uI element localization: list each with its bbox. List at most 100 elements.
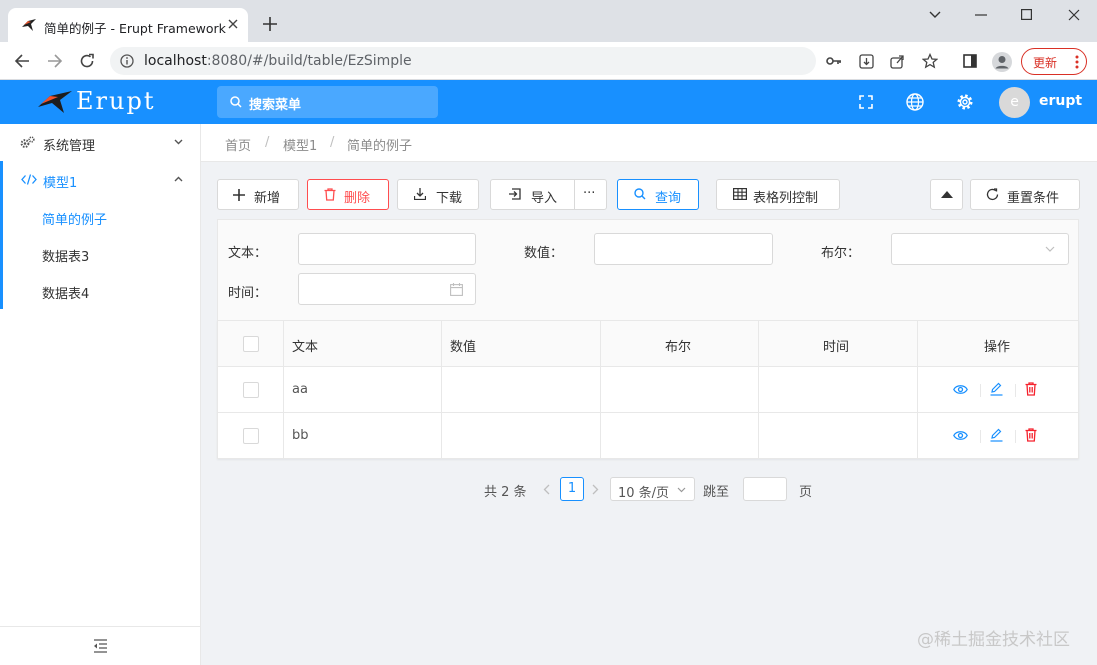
address-bar[interactable]: localhost:8080/#/build/table/EzSimple: [110, 47, 841, 75]
column-header-label: 操作: [984, 340, 1011, 355]
back-arrow-icon[interactable]: [14, 53, 30, 69]
time-filter-label: 时间：: [228, 286, 268, 301]
sidebar-item-simple-example[interactable]: 简单的例子: [0, 198, 200, 235]
download-label: 下载: [436, 191, 463, 206]
update-button[interactable]: 更新: [1021, 48, 1087, 75]
reload-icon[interactable]: [79, 53, 95, 69]
column-header-time[interactable]: 时间: [759, 321, 918, 366]
delete-label: 删除: [344, 191, 371, 206]
site-info-icon[interactable]: [120, 54, 134, 68]
sidebar-item-label: 模型1: [43, 176, 78, 191]
menu-search-input[interactable]: 搜索菜单: [217, 86, 438, 118]
username[interactable]: erupt: [1039, 93, 1082, 109]
view-eye-icon[interactable]: [953, 384, 968, 395]
share-icon[interactable]: [890, 54, 905, 69]
text-filter-label: 文本：: [228, 246, 268, 261]
maximize-icon[interactable]: [1021, 9, 1032, 20]
sidebar-item-system-management[interactable]: 系统管理: [0, 124, 200, 161]
logo[interactable]: Erupt: [0, 80, 200, 124]
language-globe-icon[interactable]: [906, 93, 924, 111]
browser-tab[interactable]: 简单的例子 - Erupt Framework: [8, 8, 248, 42]
sidebar-item-label: 简单的例子: [42, 213, 108, 228]
tab-search-chevron-icon[interactable]: [929, 11, 941, 19]
minimize-icon[interactable]: [975, 14, 987, 16]
page-size-value: 10 条/页: [618, 486, 670, 501]
side-panel-icon[interactable]: [963, 54, 977, 68]
profile-icon[interactable]: [991, 51, 1013, 73]
text-filter-input[interactable]: [298, 233, 476, 265]
query-button[interactable]: 查询: [617, 179, 699, 210]
settings-gear-icon[interactable]: [956, 93, 974, 111]
sidebar-item-table4[interactable]: 数据表4: [0, 272, 200, 309]
delete-trash-icon[interactable]: [1025, 428, 1037, 442]
forward-arrow-icon[interactable]: [47, 53, 63, 69]
new-tab-icon[interactable]: [263, 17, 277, 31]
jump-label: 跳至: [703, 485, 730, 500]
column-control-label: 表格列控制: [753, 191, 819, 206]
key-icon[interactable]: [826, 55, 842, 67]
page-1-button[interactable]: 1: [560, 477, 584, 501]
cell-number: [442, 413, 601, 459]
more-options-button[interactable]: ···: [574, 179, 607, 210]
column-header-bool[interactable]: 布尔: [601, 321, 759, 366]
sidebar-item-table3[interactable]: 数据表3: [0, 235, 200, 272]
import-button[interactable]: 导入: [490, 179, 575, 210]
column-control-button[interactable]: 表格列控制: [716, 179, 840, 210]
bookmark-star-icon[interactable]: [922, 53, 938, 69]
action-divider: [980, 384, 981, 397]
view-eye-icon[interactable]: [953, 430, 968, 441]
reset-filters-label: 重置条件: [1007, 191, 1060, 206]
page-suffix: 页: [799, 485, 813, 500]
cell-bool: [601, 413, 759, 459]
update-label: 更新: [1033, 56, 1058, 70]
cell-bool: [601, 367, 759, 412]
calendar-icon: [450, 283, 463, 296]
delete-trash-icon[interactable]: [1025, 382, 1037, 396]
add-button[interactable]: 新增: [217, 179, 299, 210]
sidebar-item-model1[interactable]: 模型1: [0, 161, 200, 198]
column-header-text[interactable]: 文本: [284, 321, 442, 366]
breadcrumb: 首页 / 模型1 / 简单的例子: [201, 124, 1097, 162]
page-size-select[interactable]: 10 条/页: [610, 477, 695, 501]
collapse-filter-button[interactable]: [930, 179, 963, 210]
row-checkbox[interactable]: [243, 428, 259, 444]
fullscreen-icon[interactable]: [859, 95, 873, 109]
bool-filter-select[interactable]: [891, 233, 1069, 265]
breadcrumb-home[interactable]: 首页: [225, 135, 251, 154]
close-tab-icon[interactable]: [228, 19, 238, 29]
cell-value: bb: [292, 428, 309, 443]
close-window-icon[interactable]: [1068, 9, 1080, 21]
prev-page-icon[interactable]: [543, 484, 550, 495]
sidebar-collapse-toggle[interactable]: [0, 626, 200, 665]
row-checkbox[interactable]: [243, 382, 259, 398]
caret-up-icon: [941, 191, 953, 198]
watermark: @稀土掘金技术社区: [917, 630, 1070, 650]
edit-pencil-icon[interactable]: [990, 382, 1003, 396]
jump-page-input[interactable]: [743, 477, 787, 501]
column-header-number[interactable]: 数值: [442, 321, 601, 366]
cell-value: aa: [292, 382, 308, 397]
pagination: 共 2 条 1 10 条/页 跳至 页: [201, 474, 1097, 504]
download-button[interactable]: 下载: [397, 179, 479, 210]
cell-actions: [918, 413, 1078, 459]
search-icon: [634, 188, 646, 200]
number-filter-input[interactable]: [594, 233, 773, 265]
reset-filters-button[interactable]: 重置条件: [970, 179, 1080, 210]
number-filter-label: 数值：: [524, 246, 564, 261]
breadcrumb-separator: /: [265, 135, 270, 150]
edit-pencil-icon[interactable]: [990, 428, 1003, 442]
reload-icon: [986, 188, 999, 201]
row-select-cell: [218, 413, 284, 459]
avatar[interactable]: e: [999, 87, 1030, 118]
next-page-icon[interactable]: [592, 484, 599, 495]
delete-button[interactable]: 删除: [307, 179, 389, 210]
time-filter-input[interactable]: [298, 273, 476, 305]
total-count: 共 2 条: [484, 485, 527, 500]
breadcrumb-model1[interactable]: 模型1: [283, 135, 317, 154]
select-all-checkbox[interactable]: [243, 336, 259, 352]
add-label: 新增: [254, 191, 281, 206]
cell-text: aa: [284, 367, 442, 412]
install-app-icon[interactable]: [859, 54, 874, 69]
menu-fold-icon: [93, 639, 108, 653]
table-header: 文本 数值 布尔 时间 操作: [218, 321, 1078, 367]
